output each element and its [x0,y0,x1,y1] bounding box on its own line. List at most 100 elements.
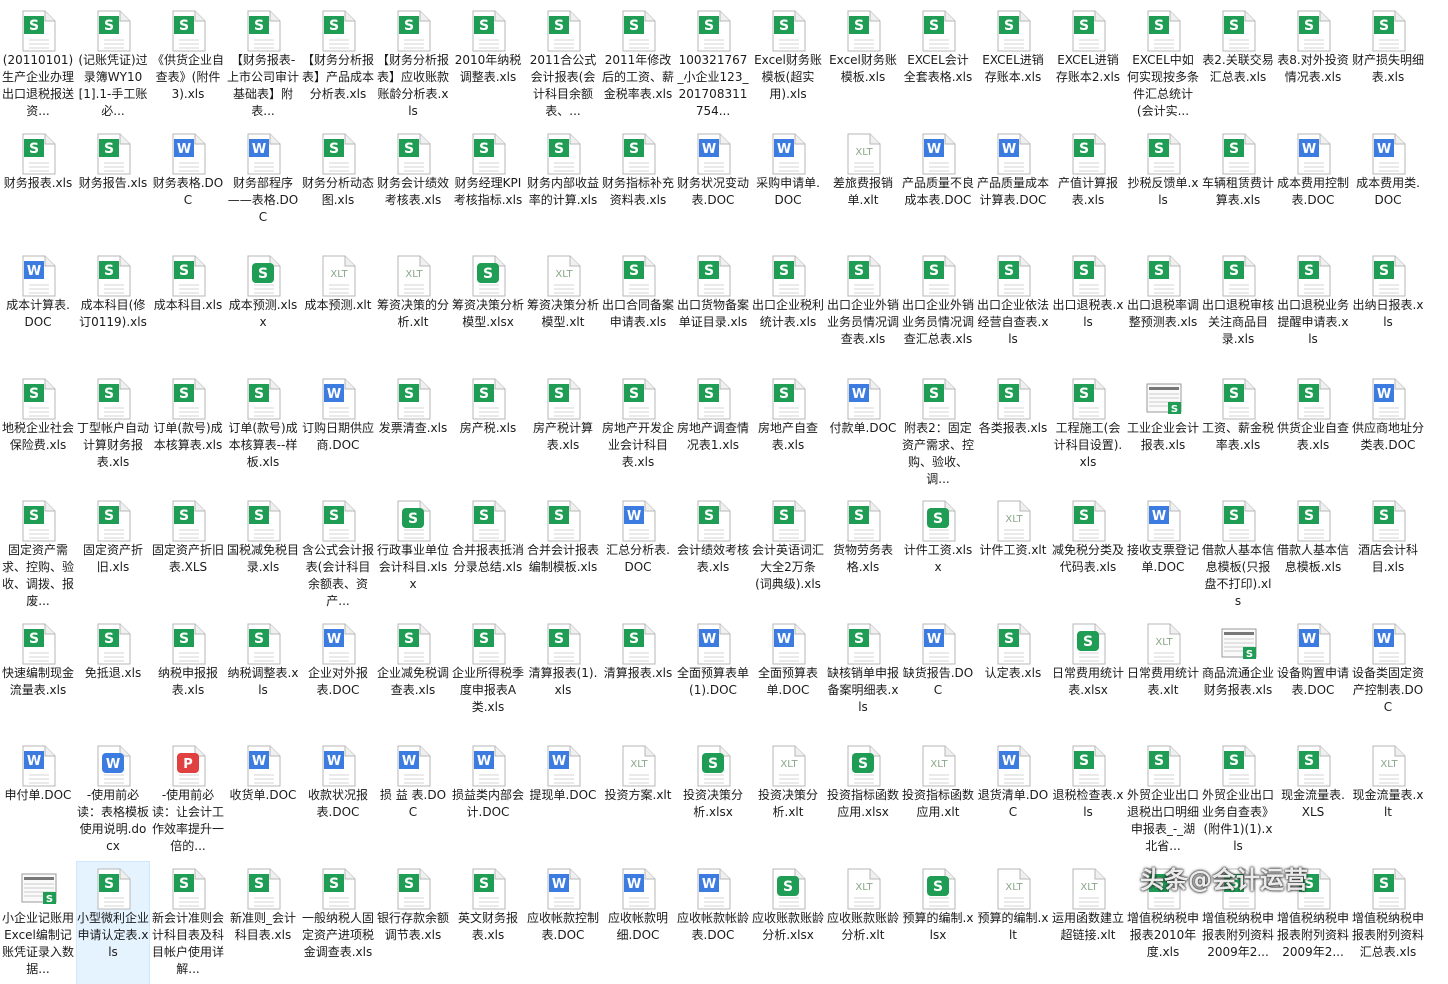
file-item[interactable]: S 国税减免税目录.xls [227,494,299,616]
file-item[interactable]: W 损 益 表.DOC [377,739,449,861]
file-item[interactable]: S 退税检查表.xls [1052,739,1124,861]
file-item[interactable]: W 成本费用控制表.DOC [1277,127,1349,249]
file-item[interactable]: W 提现单.DOC [527,739,599,861]
file-item[interactable]: S 计件工资.xlsx [902,494,974,616]
file-item[interactable]: W 应收帐款明细.DOC [602,862,674,984]
file-item[interactable]: XLT 应收账款账龄分析.xlt [827,862,899,984]
file-item[interactable]: S 新会计准则会计科目表及科目帐户使用详解... [152,862,224,984]
file-item[interactable]: S (20110101)生产企业办理出口退税报送资... [2,4,74,126]
file-item[interactable]: S 丁型帐户自动计算财务报表.xls [77,372,149,494]
file-item[interactable]: S 车辆租赁费计算表.xls [1202,127,1274,249]
file-item[interactable]: S 投资决策分析.xlsx [677,739,749,861]
file-item[interactable]: P -使用前必读：让会计工作效率提升一倍的... [152,739,224,861]
file-item[interactable]: XLT 预算的编制.xlt [977,862,1049,984]
file-item[interactable]: S 工资、薪金税率表.xls [1202,372,1274,494]
file-item[interactable]: S 出口企业外销业务员情况调查表.xls [827,249,899,371]
file-item[interactable]: W 应收帐款控制表.DOC [527,862,599,984]
file-item[interactable]: S 商品流通企业财务报表.xls [1202,617,1274,739]
file-item[interactable]: W 应收帐款帐龄表.DOC [677,862,749,984]
file-item[interactable]: W 产品质量不良成本表.DOC [902,127,974,249]
file-item[interactable]: W 付款单.DOC [827,372,899,494]
file-item[interactable]: S 财务报表.xls [2,127,74,249]
file-item[interactable]: S 各类报表.xls [977,372,1049,494]
file-item[interactable]: S (记账凭证)过录簿WY10[1].1-手工账必... [77,4,149,126]
file-item[interactable]: W 成本费用类.DOC [1352,127,1424,249]
file-item[interactable]: S 2010年纳税调整表.xls [452,4,524,126]
file-item[interactable]: W 汇总分析表.DOC [602,494,674,616]
file-item[interactable]: S 预算的编制.xlsx [902,862,974,984]
file-item[interactable]: S 产值计算报表.xls [1052,127,1124,249]
file-item[interactable]: S 增值税纳税申报表附列资料汇总表.xls [1352,862,1424,984]
file-item[interactable]: S 抄税反馈单.xls [1127,127,1199,249]
file-item[interactable]: W 申付单.DOC [2,739,74,861]
file-item[interactable]: S 借款人基本信息模板(只报盘不打印).xls [1202,494,1274,616]
file-item[interactable]: W 全面预算表单(1).DOC [677,617,749,739]
file-item[interactable]: S 表2.关联交易汇总表.xls [1202,4,1274,126]
file-item[interactable]: S EXCEL会计全套表格.xls [902,4,974,126]
file-item[interactable]: XLT 日常费用统计表.xlt [1127,617,1199,739]
file-item[interactable]: S 附表2：固定资产需求、控购、验收、调... [902,372,974,494]
file-item[interactable]: S 货物劳务表格.xls [827,494,899,616]
file-item[interactable]: S 工业企业会计报表.xls [1127,372,1199,494]
file-item[interactable]: S 一般纳税人固定资产进项税金调查表.xls [302,862,374,984]
file-item[interactable]: S 认定表.xls [977,617,1049,739]
file-item[interactable]: S EXCEL中如何实现按多条件汇总统计(会计实... [1127,4,1199,126]
file-item[interactable]: S 财务指标补充资料表.xls [602,127,674,249]
file-item[interactable]: W 损益类内部会计.DOC [452,739,524,861]
file-item[interactable]: W 设备购置申请表.DOC [1277,617,1349,739]
file-item[interactable]: S 房产税.xls [452,372,524,494]
file-item[interactable]: S 出口企业税利统计表.xls [752,249,824,371]
file-item[interactable]: S 银行存款余额调节表.xls [377,862,449,984]
file-item[interactable]: S 成本科目(修订0119).xls [77,249,149,371]
file-item[interactable]: XLT 筹资决策的分析.xlt [377,249,449,371]
file-item[interactable]: S 企业减免税调查表.xls [377,617,449,739]
file-item[interactable]: S 出纳日报表.xls [1352,249,1424,371]
file-item[interactable]: S Excel财务账模板.xls [827,4,899,126]
file-item[interactable]: XLT 投资决策分析.xlt [752,739,824,861]
file-item[interactable]: S 工程施工(会计科目设置).xls [1052,372,1124,494]
file-item[interactable]: XLT 成本预测.xlt [302,249,374,371]
file-item[interactable]: W 收货单.DOC [227,739,299,861]
file-item[interactable]: S 固定资产需求、控购、验收、调拨、报废... [2,494,74,616]
file-item[interactable]: S 外贸企业出口业务自查表》(附件1)(1).xls [1202,739,1274,861]
file-item[interactable]: S 固定资产折旧表.XLS [152,494,224,616]
file-item[interactable]: S 应收账款账龄分析.xlsx [752,862,824,984]
file-item[interactable]: S 英文财务报表.xls [452,862,524,984]
file-item[interactable]: S 增值税纳税申报表附列资料2009年2... [1202,862,1274,984]
file-item[interactable]: S 财务会计绩效考核表.xls [377,127,449,249]
file-item[interactable]: S 清算报表(1).xls [527,617,599,739]
file-item[interactable]: S 出口企业依法经营自查表.xls [977,249,1049,371]
file-item[interactable]: W 财务部程序——表格.DOC [227,127,299,249]
file-item[interactable]: S 会计英语词汇大全2万条(词典级).xls [752,494,824,616]
file-item[interactable]: S 增值税纳税申报表附列资料2009年2... [1277,862,1349,984]
file-item[interactable]: S 企业所得税季度申报表A类.xls [452,617,524,739]
file-item[interactable]: S 行政事业单位会计科目.xlsx [377,494,449,616]
file-item[interactable]: S 出口退税率调整预测表.xls [1127,249,1199,371]
file-item[interactable]: S 财产损失明细表.xls [1352,4,1424,126]
file-item[interactable]: S 缺核销单申报备案明细表.xls [827,617,899,739]
file-item[interactable]: S 外贸企业出口退税出口明细申报表_-_湖北省... [1127,739,1199,861]
file-item[interactable]: S 2011合公式会计报表(会计科目余额表、... [527,4,599,126]
file-item[interactable]: S 免抵退.xls [77,617,149,739]
file-item[interactable]: W 财务状况变动表.DOC [677,127,749,249]
file-item[interactable]: S 房地产开发企业会计科目表.xls [602,372,674,494]
file-item[interactable]: S 含公式会计报表(会计科目余额表、资产... [302,494,374,616]
file-item[interactable]: S 出口企业外销业务员情况调查汇总表.xls [902,249,974,371]
file-item[interactable]: S 会计绩效考核表.xls [677,494,749,616]
file-item[interactable]: S 地税企业社会保险费.xls [2,372,74,494]
file-item[interactable]: XLT 投资方案.xlt [602,739,674,861]
file-item[interactable]: S 房地产自查表.xls [752,372,824,494]
file-item[interactable]: S 表8.对外投资情况表.xls [1277,4,1349,126]
file-item[interactable]: S 100321767_小企业123_201708311754... [677,4,749,126]
file-item[interactable]: S EXCEL进销存账本.xls [977,4,1049,126]
file-item[interactable]: S 发票清查.xls [377,372,449,494]
file-item[interactable]: S 减免税分类及代码表.xls [1052,494,1124,616]
file-item[interactable]: W 缺货报告.DOC [902,617,974,739]
file-item[interactable]: S 增值税纳税申报表2010年度.xls [1127,862,1199,984]
file-item[interactable]: S 出口货物备案单证目录.xls [677,249,749,371]
file-item[interactable]: W 企业对外报表.DOC [302,617,374,739]
file-item[interactable]: S 合并会计报表编制模板.xls [527,494,599,616]
file-item[interactable]: S 财务经理KPI考核指标.xls [452,127,524,249]
file-item[interactable]: S 筹资决策分析模型.xlsx [452,249,524,371]
file-item[interactable]: S 借款人基本信息模板.xls [1277,494,1349,616]
